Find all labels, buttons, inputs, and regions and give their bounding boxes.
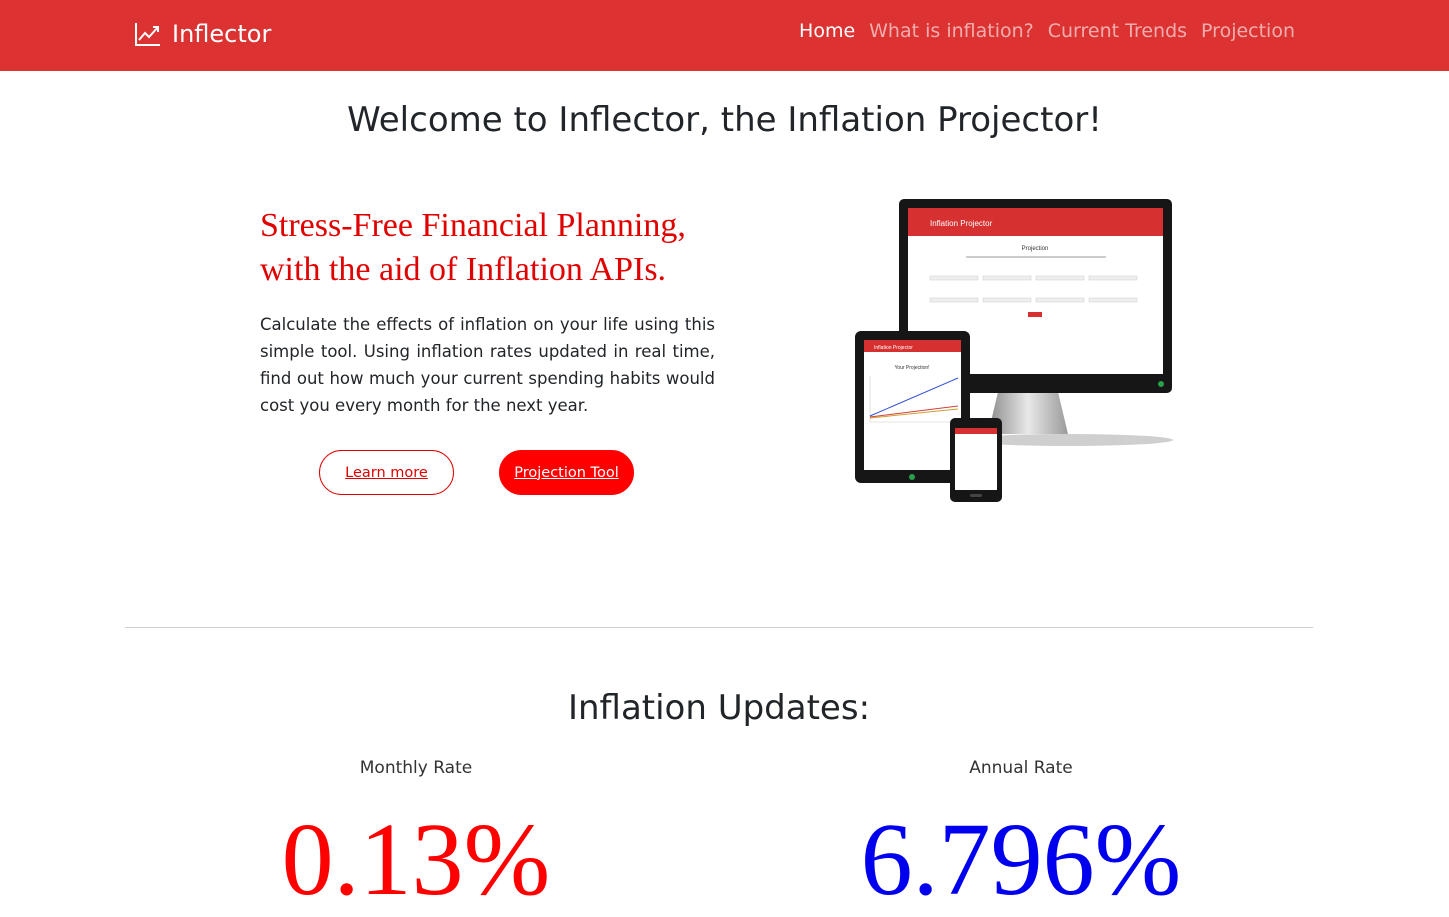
monitor-app-title: Inflation Projector [930,219,993,228]
tablet-app-title: Inflation Projector [874,345,913,351]
hero-title: Stress-Free Financial Planning, with the… [260,204,740,292]
nav-what-is-inflation[interactable]: What is inflation? [869,20,1034,42]
nav-current-trends[interactable]: Current Trends [1048,20,1187,42]
page-title: Welcome to Inflector, the Inflation Proj… [347,100,1102,140]
projection-tool-button[interactable]: Projection Tool [499,450,634,495]
annual-rate-label: Annual Rate [969,758,1073,778]
tablet-heading: Your Projection! [894,365,929,371]
section-divider [125,627,1313,628]
trending-up-icon [134,21,162,47]
hero-title-line-2: with the aid of Inflation APIs. [260,251,667,288]
hero-description: Calculate the effects of inflation on yo… [260,315,715,415]
nav-projection[interactable]: Projection [1201,20,1295,42]
monthly-rate-label: Monthly Rate [359,758,473,778]
brand-name: Inflector [172,20,272,48]
nav-home[interactable]: Home [799,20,855,42]
navbar: Inflector Home What is inflation? Curren… [0,0,1449,71]
hero-title-line-1: Stress-Free Financial Planning, [260,207,686,244]
inflation-updates-heading: Inflation Updates: [567,688,871,728]
devices-mockup-image: Inflation Projector Projection Inflation… [848,196,1178,506]
annual-rate-value: 6.796% [860,802,1182,917]
learn-more-button[interactable]: Learn more [319,450,454,495]
brand-link[interactable]: Inflector [134,18,271,50]
monthly-rate-value: 0.13% [281,802,551,917]
monitor-heading: Projection [1022,246,1049,252]
nav-links: Home What is inflation? Current Trends P… [799,20,1295,42]
